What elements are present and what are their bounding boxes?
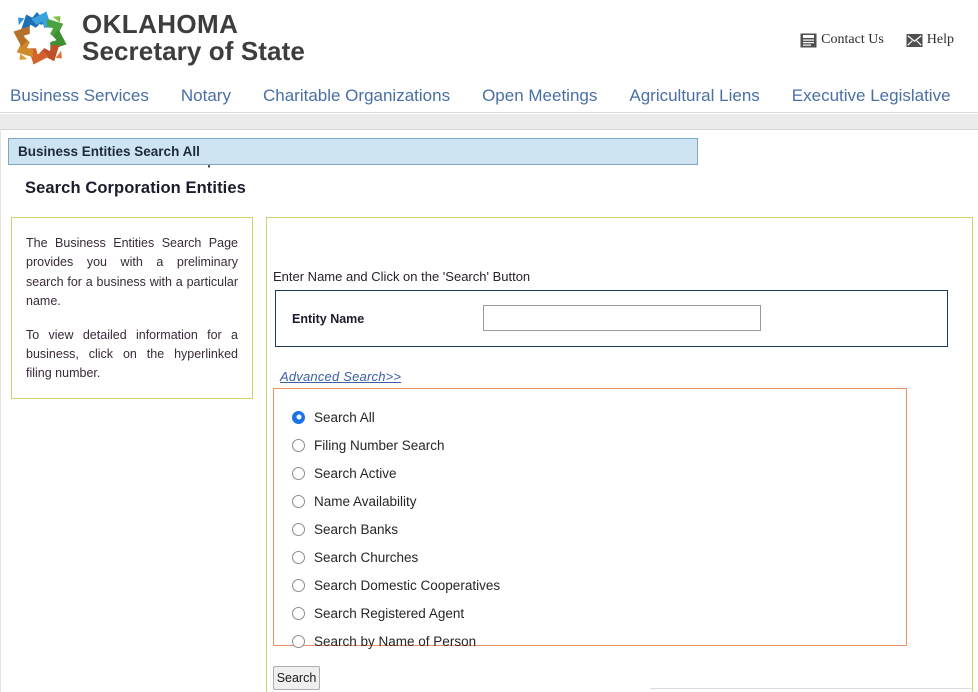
nav-item-notary[interactable]: Notary xyxy=(165,86,247,106)
radio-option-search-active[interactable]: Search Active xyxy=(292,459,906,487)
radio-label-search-all[interactable]: Search All xyxy=(314,410,375,425)
info-paragraph-2: To view detailed information for a busin… xyxy=(26,326,238,384)
radio-indicator-search-by-name-of-person[interactable] xyxy=(292,635,305,648)
entity-name-fieldset: Entity Name xyxy=(275,290,948,347)
info-panel: The Business Entities Search Page provid… xyxy=(11,217,253,399)
header-utility-links: Contact Us Help xyxy=(800,32,954,48)
info-paragraph-1: The Business Entities Search Page provid… xyxy=(26,234,238,312)
radio-option-search-registered-agent[interactable]: Search Registered Agent xyxy=(292,599,906,627)
radio-indicator-search-registered-agent[interactable] xyxy=(292,607,305,620)
radio-option-filing-number-search[interactable]: Filing Number Search xyxy=(292,431,906,459)
radio-indicator-name-availability[interactable] xyxy=(292,495,305,508)
radio-option-search-all[interactable]: Search All xyxy=(292,403,906,431)
radio-label-search-domestic-cooperatives[interactable]: Search Domestic Cooperatives xyxy=(314,578,500,593)
header-content-divider xyxy=(0,114,978,130)
contact-us-label: Contact Us xyxy=(821,32,884,48)
nav-item-agricultural-liens[interactable]: Agricultural Liens xyxy=(613,86,775,106)
brand-wordmark: OKLAHOMA Secretary of State xyxy=(82,11,305,65)
radio-label-name-availability[interactable]: Name Availability xyxy=(314,494,417,509)
brand-line-oklahoma: OKLAHOMA xyxy=(82,11,305,38)
search-type-radio-group: Search All Filing Number Search Search A… xyxy=(273,388,907,646)
radio-label-search-active[interactable]: Search Active xyxy=(314,466,397,481)
radio-indicator-search-all[interactable] xyxy=(292,411,305,424)
entity-name-label: Entity Name xyxy=(292,312,364,326)
radio-label-search-churches[interactable]: Search Churches xyxy=(314,550,418,565)
radio-option-search-churches[interactable]: Search Churches xyxy=(292,543,906,571)
search-instructions: Enter Name and Click on the 'Search' But… xyxy=(273,269,530,284)
brand-line-secretary-of-state: Secretary of State xyxy=(82,38,305,65)
advanced-search-link[interactable]: Advanced Search>> xyxy=(280,369,401,384)
search-button[interactable]: Search xyxy=(273,666,320,690)
help-label: Help xyxy=(927,32,954,48)
site-header: OKLAHOMA Secretary of State Contact Us xyxy=(0,0,978,113)
radio-indicator-search-domestic-cooperatives[interactable] xyxy=(292,579,305,592)
nav-item-business-services[interactable]: Business Services xyxy=(4,86,165,106)
radio-label-search-banks[interactable]: Search Banks xyxy=(314,522,398,537)
nav-item-charitable-organizations[interactable]: Charitable Organizations xyxy=(247,86,466,106)
footer-divider xyxy=(650,688,972,689)
search-panel-title: Business Entities Search All xyxy=(18,144,200,159)
help-link[interactable]: Help xyxy=(906,32,954,48)
radio-indicator-search-churches[interactable] xyxy=(292,551,305,564)
radio-indicator-filing-number-search[interactable] xyxy=(292,439,305,452)
radio-label-filing-number-search[interactable]: Filing Number Search xyxy=(314,438,445,453)
oklahoma-sos-starburst-logo-icon xyxy=(8,6,72,70)
page-title: Search Corporation Entities xyxy=(25,179,246,198)
nav-item-open-meetings[interactable]: Open Meetings xyxy=(466,86,613,106)
nav-item-executive-legislative[interactable]: Executive Legislative xyxy=(776,86,967,106)
radio-label-search-by-name-of-person[interactable]: Search by Name of Person xyxy=(314,634,476,649)
radio-indicator-search-active[interactable] xyxy=(292,467,305,480)
radio-label-search-registered-agent[interactable]: Search Registered Agent xyxy=(314,606,464,621)
entity-name-input[interactable] xyxy=(483,305,761,331)
site-brand[interactable]: OKLAHOMA Secretary of State xyxy=(8,6,305,70)
envelope-icon xyxy=(906,33,923,48)
radio-option-name-availability[interactable]: Name Availability xyxy=(292,487,906,515)
contact-us-link[interactable]: Contact Us xyxy=(800,32,884,48)
radio-option-search-by-name-of-person[interactable]: Search by Name of Person xyxy=(292,627,906,655)
document-lines-icon xyxy=(800,33,817,48)
radio-option-search-banks[interactable]: Search Banks xyxy=(292,515,906,543)
radio-option-search-domestic-cooperatives[interactable]: Search Domestic Cooperatives xyxy=(292,571,906,599)
main-navigation: Business Services Notary Charitable Orga… xyxy=(0,78,978,113)
radio-indicator-search-banks[interactable] xyxy=(292,523,305,536)
search-panel-title-bar: Business Entities Search All xyxy=(8,138,698,165)
